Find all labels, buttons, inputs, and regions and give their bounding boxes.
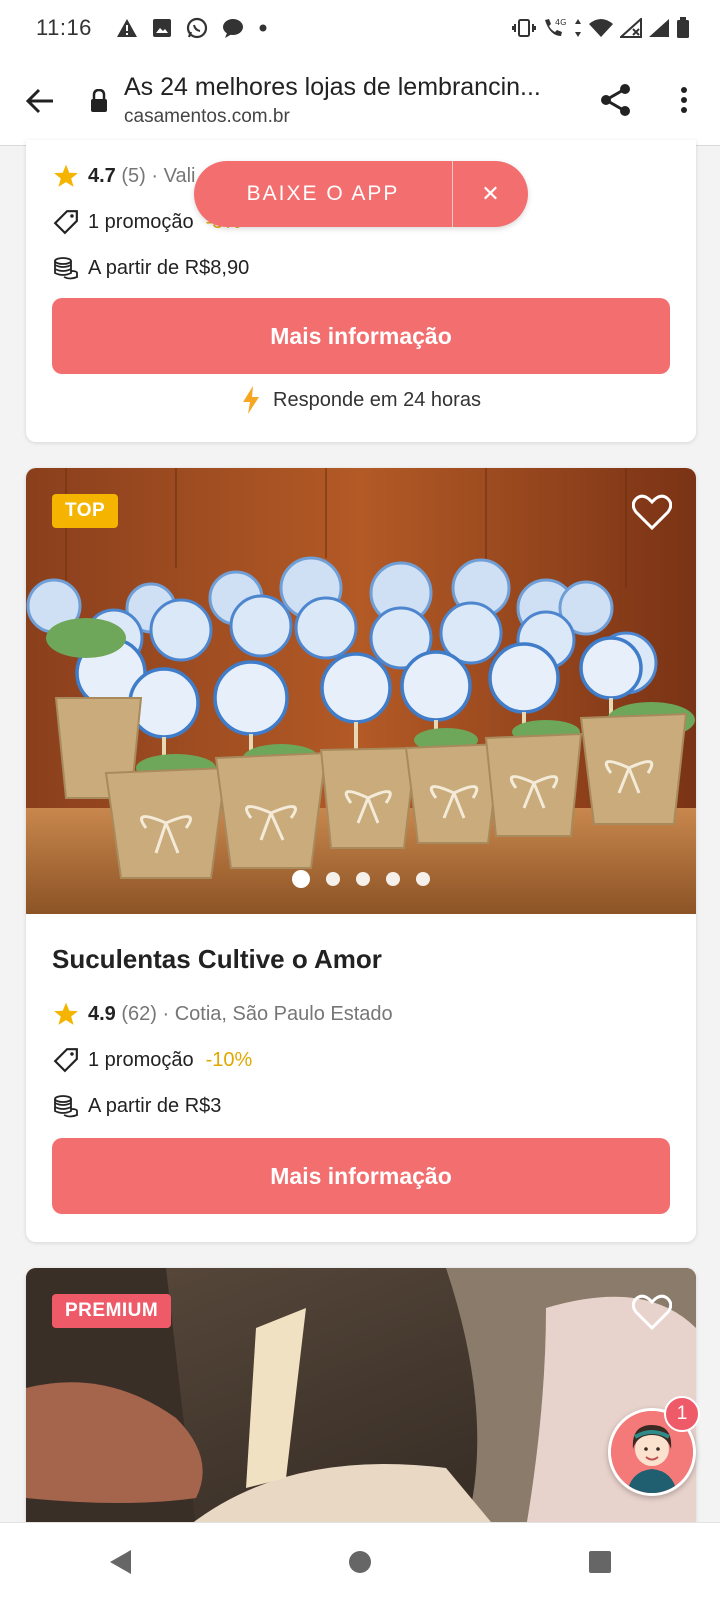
lock-icon bbox=[88, 88, 110, 113]
nav-home-button[interactable] bbox=[320, 1532, 400, 1592]
share-button[interactable] bbox=[594, 78, 638, 122]
price-row: A partir de R$8,90 bbox=[52, 254, 249, 282]
arrow-left-icon bbox=[26, 88, 53, 113]
rating-row: 4.7 (5) · Vali bbox=[52, 162, 195, 190]
status-system-icons: 4G bbox=[512, 16, 690, 40]
more-info-button[interactable]: Mais informação bbox=[52, 298, 670, 374]
signal-icon bbox=[649, 19, 669, 37]
carousel-dot[interactable] bbox=[386, 872, 400, 886]
share-icon bbox=[601, 84, 630, 116]
price-label: A partir de R$3 bbox=[88, 1094, 222, 1117]
favorite-button[interactable] bbox=[631, 494, 673, 535]
tag-icon bbox=[52, 1046, 80, 1074]
page-domain: casamentos.com.br bbox=[124, 106, 290, 127]
heart-icon bbox=[631, 1294, 673, 1331]
price-row: A partir de R$3 bbox=[52, 1092, 221, 1120]
top-badge: TOP bbox=[52, 494, 119, 528]
favorite-button[interactable] bbox=[631, 1294, 673, 1335]
promo-label: 1 promoção bbox=[88, 210, 194, 233]
star-icon bbox=[52, 162, 80, 190]
status-time: 11:16 bbox=[36, 15, 92, 40]
vendor-photo bbox=[26, 468, 696, 914]
back-button[interactable] bbox=[0, 56, 80, 146]
vibrate-icon bbox=[512, 19, 536, 37]
call-4g-icon: 4G bbox=[545, 18, 566, 36]
carousel-dot[interactable] bbox=[416, 872, 430, 886]
download-app-button[interactable]: BAIXE O APP bbox=[194, 182, 452, 206]
tag-icon bbox=[52, 208, 80, 236]
response-time: Responde em 24 horas bbox=[26, 385, 696, 415]
status-notification-icons bbox=[116, 17, 268, 39]
premium-badge: PREMIUM bbox=[52, 1294, 172, 1328]
circle-home-icon bbox=[349, 1550, 371, 1573]
nav-back-button[interactable] bbox=[80, 1532, 160, 1592]
rating-value: 4.7 bbox=[88, 164, 116, 187]
address-bar[interactable]: As 24 melhores lojas de lembrancin... ca… bbox=[124, 73, 564, 128]
vendor-photo-carousel[interactable]: PREMIUM bbox=[26, 1268, 696, 1528]
page-title: As 24 melhores lojas de lembrancin... bbox=[124, 73, 541, 101]
wifi-icon bbox=[589, 19, 613, 37]
rating-value: 4.9 bbox=[88, 1002, 116, 1025]
review-count: (62) bbox=[121, 1002, 157, 1025]
carousel-dot[interactable] bbox=[326, 872, 340, 886]
data-arrows-icon bbox=[575, 19, 581, 37]
vendor-card: PREMIUM bbox=[26, 1268, 696, 1528]
promo-row: 1 promoção -10% bbox=[52, 1046, 252, 1074]
signal-x-icon bbox=[620, 18, 642, 38]
download-app-banner: BAIXE O APP ✕ bbox=[194, 161, 528, 227]
vendor-name[interactable]: Suculentas Cultive o Amor bbox=[52, 944, 382, 975]
carousel-dot[interactable] bbox=[292, 870, 310, 888]
vendor-location: · Cotia, São Paulo Estado bbox=[162, 1002, 393, 1025]
more-info-button[interactable]: Mais informação bbox=[52, 1138, 670, 1214]
response-time-label: Responde em 24 horas bbox=[273, 388, 481, 411]
coins-icon bbox=[52, 1092, 80, 1120]
nav-recents-button[interactable] bbox=[560, 1532, 640, 1592]
rating-row: 4.9 (62) · Cotia, São Paulo Estado bbox=[52, 1000, 393, 1028]
status-bar: 11:16 4G bbox=[0, 0, 720, 56]
network-type-label: 4G bbox=[555, 18, 566, 27]
browser-toolbar: As 24 melhores lojas de lembrancin... ca… bbox=[0, 56, 720, 146]
overflow-menu-button[interactable] bbox=[664, 78, 704, 122]
star-icon bbox=[52, 1000, 80, 1028]
heart-icon bbox=[631, 494, 673, 531]
image-icon bbox=[152, 19, 171, 37]
carousel-dots bbox=[26, 870, 696, 888]
chat-bubble-icon bbox=[222, 19, 243, 38]
chat-notification-badge: 1 bbox=[664, 1396, 700, 1432]
promo-label: 1 promoção bbox=[88, 1048, 194, 1071]
review-count: (5) bbox=[121, 164, 146, 187]
android-navigation-bar bbox=[0, 1522, 720, 1600]
promo-discount: -10% bbox=[205, 1048, 253, 1071]
coins-icon bbox=[52, 254, 80, 282]
vendor-card: TOP Suculentas Cultive o Amor 4.9 (62) ·… bbox=[26, 468, 696, 1242]
close-banner-button[interactable]: ✕ bbox=[453, 181, 528, 207]
vendor-location: · Vali bbox=[151, 164, 196, 187]
alert-icon bbox=[116, 19, 137, 37]
price-label: A partir de R$8,90 bbox=[88, 256, 250, 279]
whatsapp-icon bbox=[186, 17, 208, 39]
vendor-photo-carousel[interactable]: TOP bbox=[26, 468, 696, 914]
carousel-dot[interactable] bbox=[356, 872, 370, 886]
battery-icon bbox=[677, 17, 689, 38]
square-recents-icon bbox=[589, 1550, 611, 1573]
triangle-back-icon bbox=[110, 1549, 131, 1574]
dot-icon bbox=[259, 24, 267, 32]
more-vertical-icon bbox=[681, 87, 687, 113]
lightning-icon bbox=[243, 386, 260, 414]
